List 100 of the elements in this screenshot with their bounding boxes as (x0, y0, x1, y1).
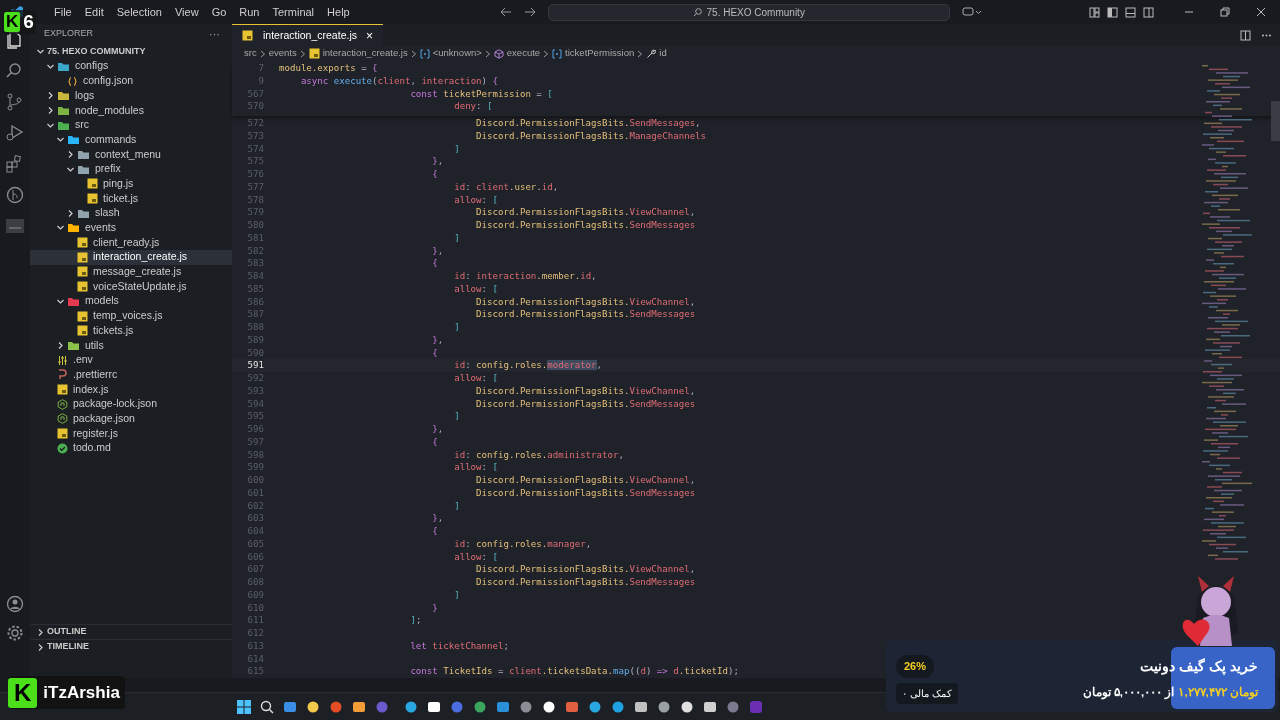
menu-item[interactable]: Edit (84, 3, 104, 21)
close-icon[interactable] (1256, 7, 1266, 17)
app-icon[interactable] (588, 699, 602, 714)
menu-item[interactable]: View (174, 3, 199, 21)
folder-icon (67, 339, 80, 351)
code-line: module.exports = { (279, 62, 378, 75)
line-number: 570 (246, 100, 264, 113)
git-graph-icon[interactable] (5, 185, 25, 205)
editor-tab[interactable]: interaction_create.js × (232, 24, 383, 46)
layout-icon[interactable] (1089, 6, 1100, 18)
file-tree-item[interactable]: logs (30, 88, 232, 104)
code-line: const TicketIds = client.ticketsData.map((d) => d.ticketId); (409, 665, 739, 678)
copilot-chat-icon[interactable] (961, 7, 982, 17)
file-tree-item[interactable]: todo.md (30, 440, 232, 456)
breadcrumb-item[interactable]: src (244, 46, 257, 61)
file-tree-item[interactable]: package.json (30, 411, 232, 427)
app-icon[interactable] (680, 699, 694, 714)
section-header[interactable]: TIMELINE (30, 639, 232, 654)
close-tab-button[interactable]: × (365, 26, 373, 45)
line-number: 577 (246, 180, 264, 194)
file-tree-item[interactable]: ticket.js (30, 191, 232, 206)
file-tree-item[interactable]: index.js (30, 382, 232, 397)
logo-number: 6 (23, 12, 34, 32)
more-actions-button[interactable]: ··· (209, 25, 220, 43)
file-tree-item[interactable]: voiceStateUpdate.js (30, 279, 232, 294)
start-icon[interactable] (237, 699, 251, 714)
folder-icon (57, 60, 70, 72)
app-icon[interactable] (404, 699, 418, 714)
file-tree-item[interactable]: slash (30, 205, 232, 221)
file-tree-item[interactable]: configs (30, 59, 232, 74)
back-arrow-icon[interactable] (499, 7, 512, 17)
line-number: 587 (246, 308, 264, 321)
line-number: 603 (246, 512, 264, 525)
file-tree-item[interactable]: context_menu (30, 147, 232, 162)
run-debug-icon[interactable] (5, 123, 25, 143)
menu-item[interactable]: Terminal (272, 3, 315, 21)
forward-arrow-icon[interactable] (523, 7, 536, 17)
code-line: Discord.PermissionFlagsBits.ViewChannel, (475, 295, 696, 309)
breadcrumb-item[interactable]: events (268, 46, 297, 61)
js-file-icon (242, 30, 253, 41)
breadcrumb-item[interactable]: ticketPermission (552, 46, 635, 61)
settings-icon[interactable] (6, 624, 24, 642)
file-tree-item[interactable]: client_ready.js (30, 235, 232, 250)
code-line: id: client.user.id, (453, 180, 559, 194)
code-line: ] (453, 321, 460, 334)
breadcrumb-item[interactable]: interaction_create.js (308, 46, 408, 61)
file-tree-item[interactable]: ping.js (30, 176, 232, 192)
line-number: 592 (246, 372, 264, 385)
menu-item[interactable]: Go (211, 3, 227, 21)
account-icon[interactable] (6, 595, 24, 613)
app-icon[interactable] (703, 699, 717, 714)
app-icon[interactable] (427, 699, 441, 714)
app-icon[interactable] (352, 699, 366, 714)
file-tree-item[interactable]: src (30, 117, 232, 133)
file-tree-item[interactable]: node_modules (30, 103, 232, 118)
menu-item[interactable]: Run (239, 3, 260, 21)
file-tree-item[interactable]: utils (30, 338, 232, 353)
scrollbar-thumb[interactable] (1271, 101, 1280, 141)
search-icon[interactable] (260, 699, 274, 714)
file-tree-item[interactable]: prefix (30, 161, 232, 177)
breadcrumb-item[interactable]: id (646, 46, 667, 61)
split-editor-icon[interactable] (1240, 29, 1251, 41)
code-line: ]; (409, 614, 422, 627)
command-center[interactable]: 75. HEXO Community (547, 3, 950, 21)
file-tree-item[interactable]: message_create.js (30, 264, 232, 280)
file-tree-item[interactable]: package-lock.json (30, 396, 232, 412)
file-tree-item[interactable]: commands (30, 132, 232, 148)
code-line: ] (453, 588, 460, 602)
file-tree-item[interactable]: .prettierrc (30, 367, 232, 383)
breadcrumb-item[interactable]: <unknown> (419, 46, 482, 61)
app-icon[interactable] (657, 699, 671, 714)
line-number: 596 (246, 423, 264, 436)
file-tree-item[interactable]: models (30, 294, 232, 309)
env-file-icon[interactable] (5, 216, 25, 236)
file-tree-item[interactable]: interaction_create.js (30, 249, 232, 265)
file-tree-item[interactable]: events (30, 220, 232, 236)
menu-item[interactable]: Selection (116, 3, 162, 21)
file-tree-item[interactable]: tickets.js (30, 323, 232, 339)
line-number: 575 (246, 155, 264, 168)
breadcrumb-item[interactable]: execute (493, 46, 541, 61)
toggle-secondary-sidebar-icon[interactable] (1143, 6, 1154, 18)
source-control-icon[interactable] (5, 92, 25, 112)
app-icon[interactable] (634, 699, 648, 714)
code-line: Discord.PermissionFlagsBits.ManageChannels (475, 129, 707, 143)
code-line: allow: [ (453, 372, 498, 385)
menu-item[interactable]: Help (327, 3, 350, 21)
section-header[interactable]: OUTLINE (30, 624, 232, 639)
toggle-panel-icon[interactable] (1125, 6, 1136, 18)
menu-item[interactable]: File (54, 3, 72, 21)
explorer-root-header[interactable]: 75. HEXO COMMUNITY (30, 44, 232, 59)
cube-icon (493, 48, 504, 59)
app-icon[interactable] (542, 699, 556, 714)
app-icon[interactable] (306, 699, 320, 714)
toggle-sidebar-icon[interactable] (1107, 6, 1118, 18)
file-tree-item[interactable]: register.js (30, 426, 232, 441)
file-tree-item[interactable]: .env (30, 352, 232, 368)
file-tree-item[interactable]: config.json (30, 73, 232, 89)
restore-icon[interactable] (1220, 7, 1230, 17)
app-icon[interactable] (611, 699, 625, 714)
file-tree-item[interactable]: temp_voices.js (30, 308, 232, 324)
